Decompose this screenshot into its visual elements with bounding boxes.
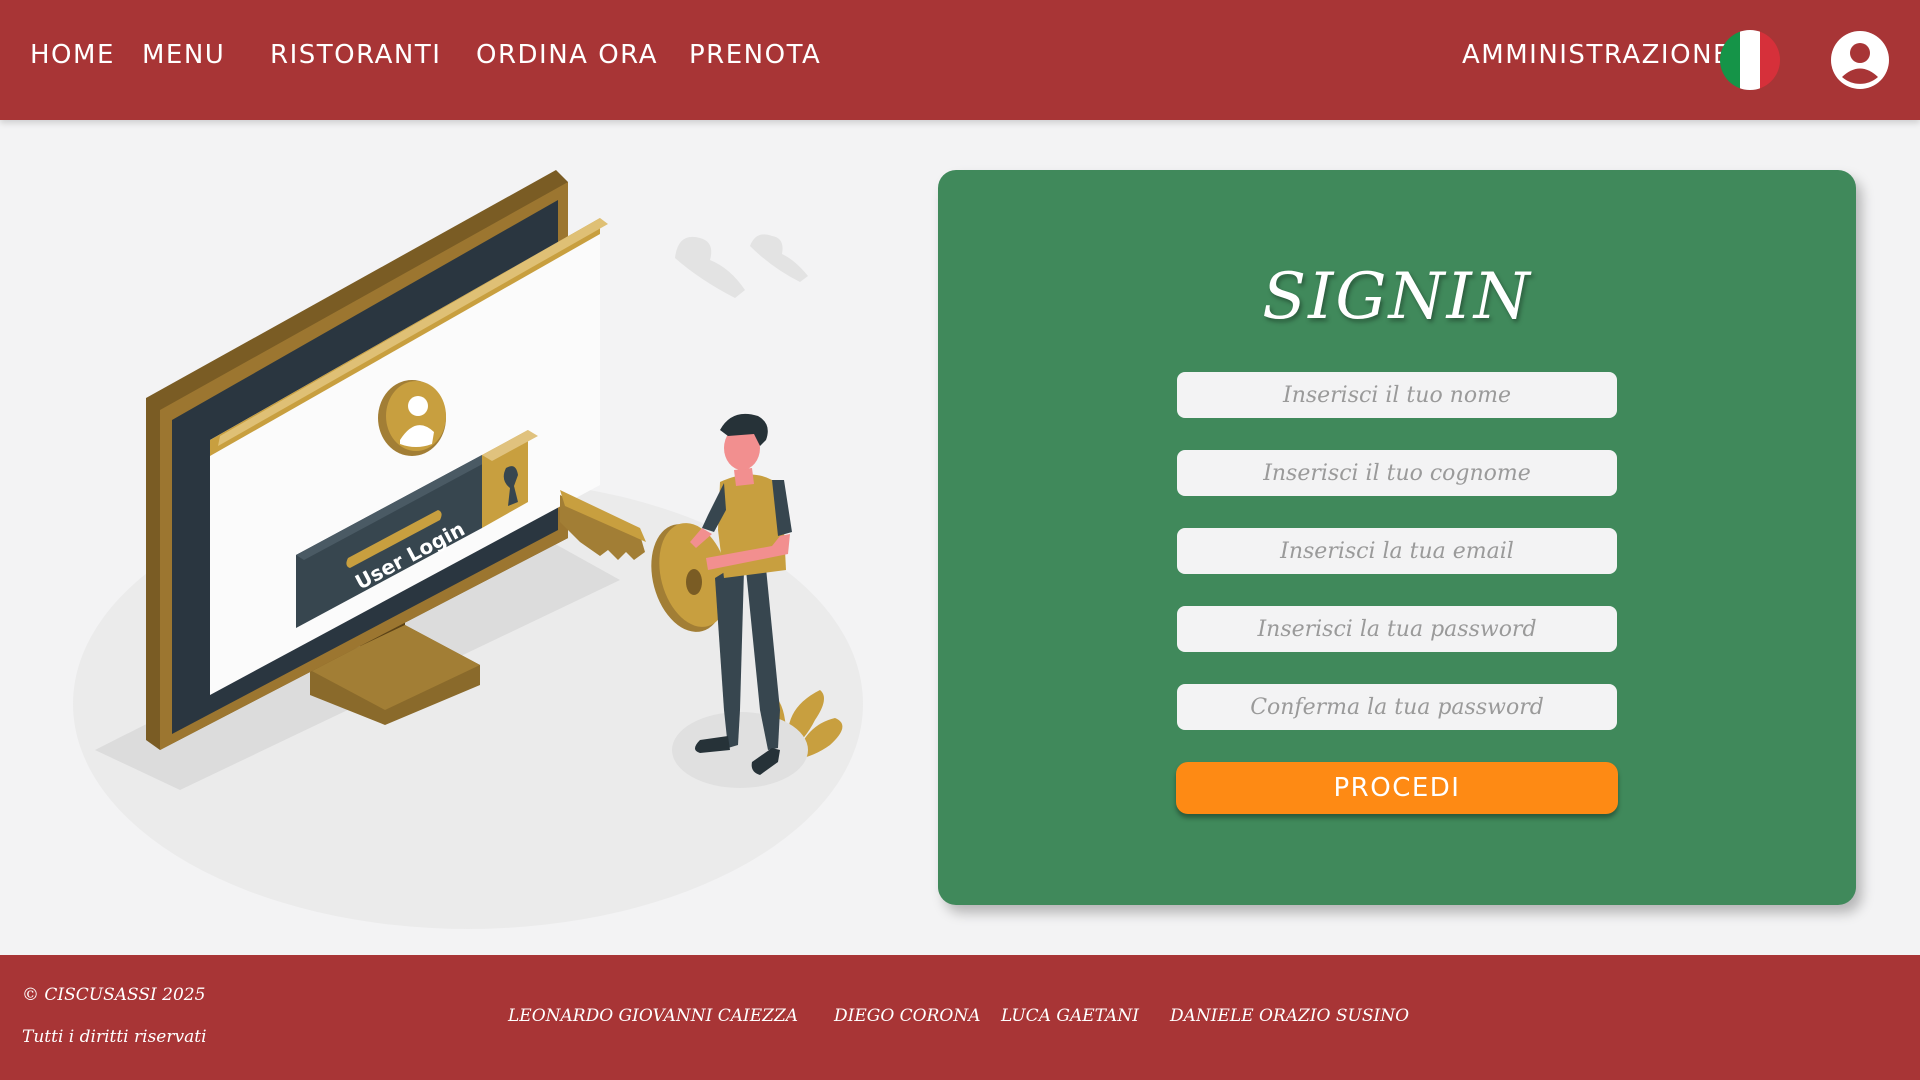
- screen-avatar-icon: [378, 380, 446, 456]
- nav-prenota-link[interactable]: PRENOTA: [689, 40, 821, 70]
- email-input[interactable]: [1177, 528, 1617, 574]
- user-account-icon[interactable]: [1830, 30, 1890, 90]
- confirm-password-input[interactable]: [1177, 684, 1617, 730]
- footer-author: DANIELE ORAZIO SUSINO: [1170, 1006, 1410, 1026]
- footer-copyright: © CISCUSASSI 2025: [22, 985, 206, 1005]
- italy-flag-icon[interactable]: [1720, 30, 1780, 90]
- footer-author: LUCA GAETANI: [1001, 1006, 1139, 1026]
- footer-author: LEONARDO GIOVANNI CAIEZZA: [508, 1006, 799, 1026]
- nav-menu-link[interactable]: MENU: [142, 40, 225, 70]
- footer-author: DIEGO CORONA: [834, 1006, 981, 1026]
- nav-amministrazione-link[interactable]: AMMINISTRAZIONE: [1462, 40, 1731, 70]
- footer: © CISCUSASSI 2025 Tutti i diritti riserv…: [0, 955, 1920, 1080]
- nav-home-link[interactable]: HOME: [30, 40, 115, 70]
- nav-ristoranti-link[interactable]: RISTORANTI: [270, 40, 441, 70]
- nav-ordina-ora-link[interactable]: ORDINA ORA: [476, 40, 658, 70]
- signin-card: SIGNIN PROCEDI: [938, 170, 1856, 905]
- cognome-input[interactable]: [1177, 450, 1617, 496]
- nome-input[interactable]: [1177, 372, 1617, 418]
- signin-title: SIGNIN: [1262, 260, 1532, 334]
- cloud-icon: [675, 234, 808, 298]
- footer-rights: Tutti i diritti riservati: [22, 1027, 207, 1047]
- user-login-illustration: User Login: [73, 170, 863, 929]
- procedi-button[interactable]: PROCEDI: [1176, 762, 1618, 814]
- password-input[interactable]: [1177, 606, 1617, 652]
- top-navbar: HOME MENU RISTORANTI ORDINA ORA PRENOTA …: [0, 0, 1920, 120]
